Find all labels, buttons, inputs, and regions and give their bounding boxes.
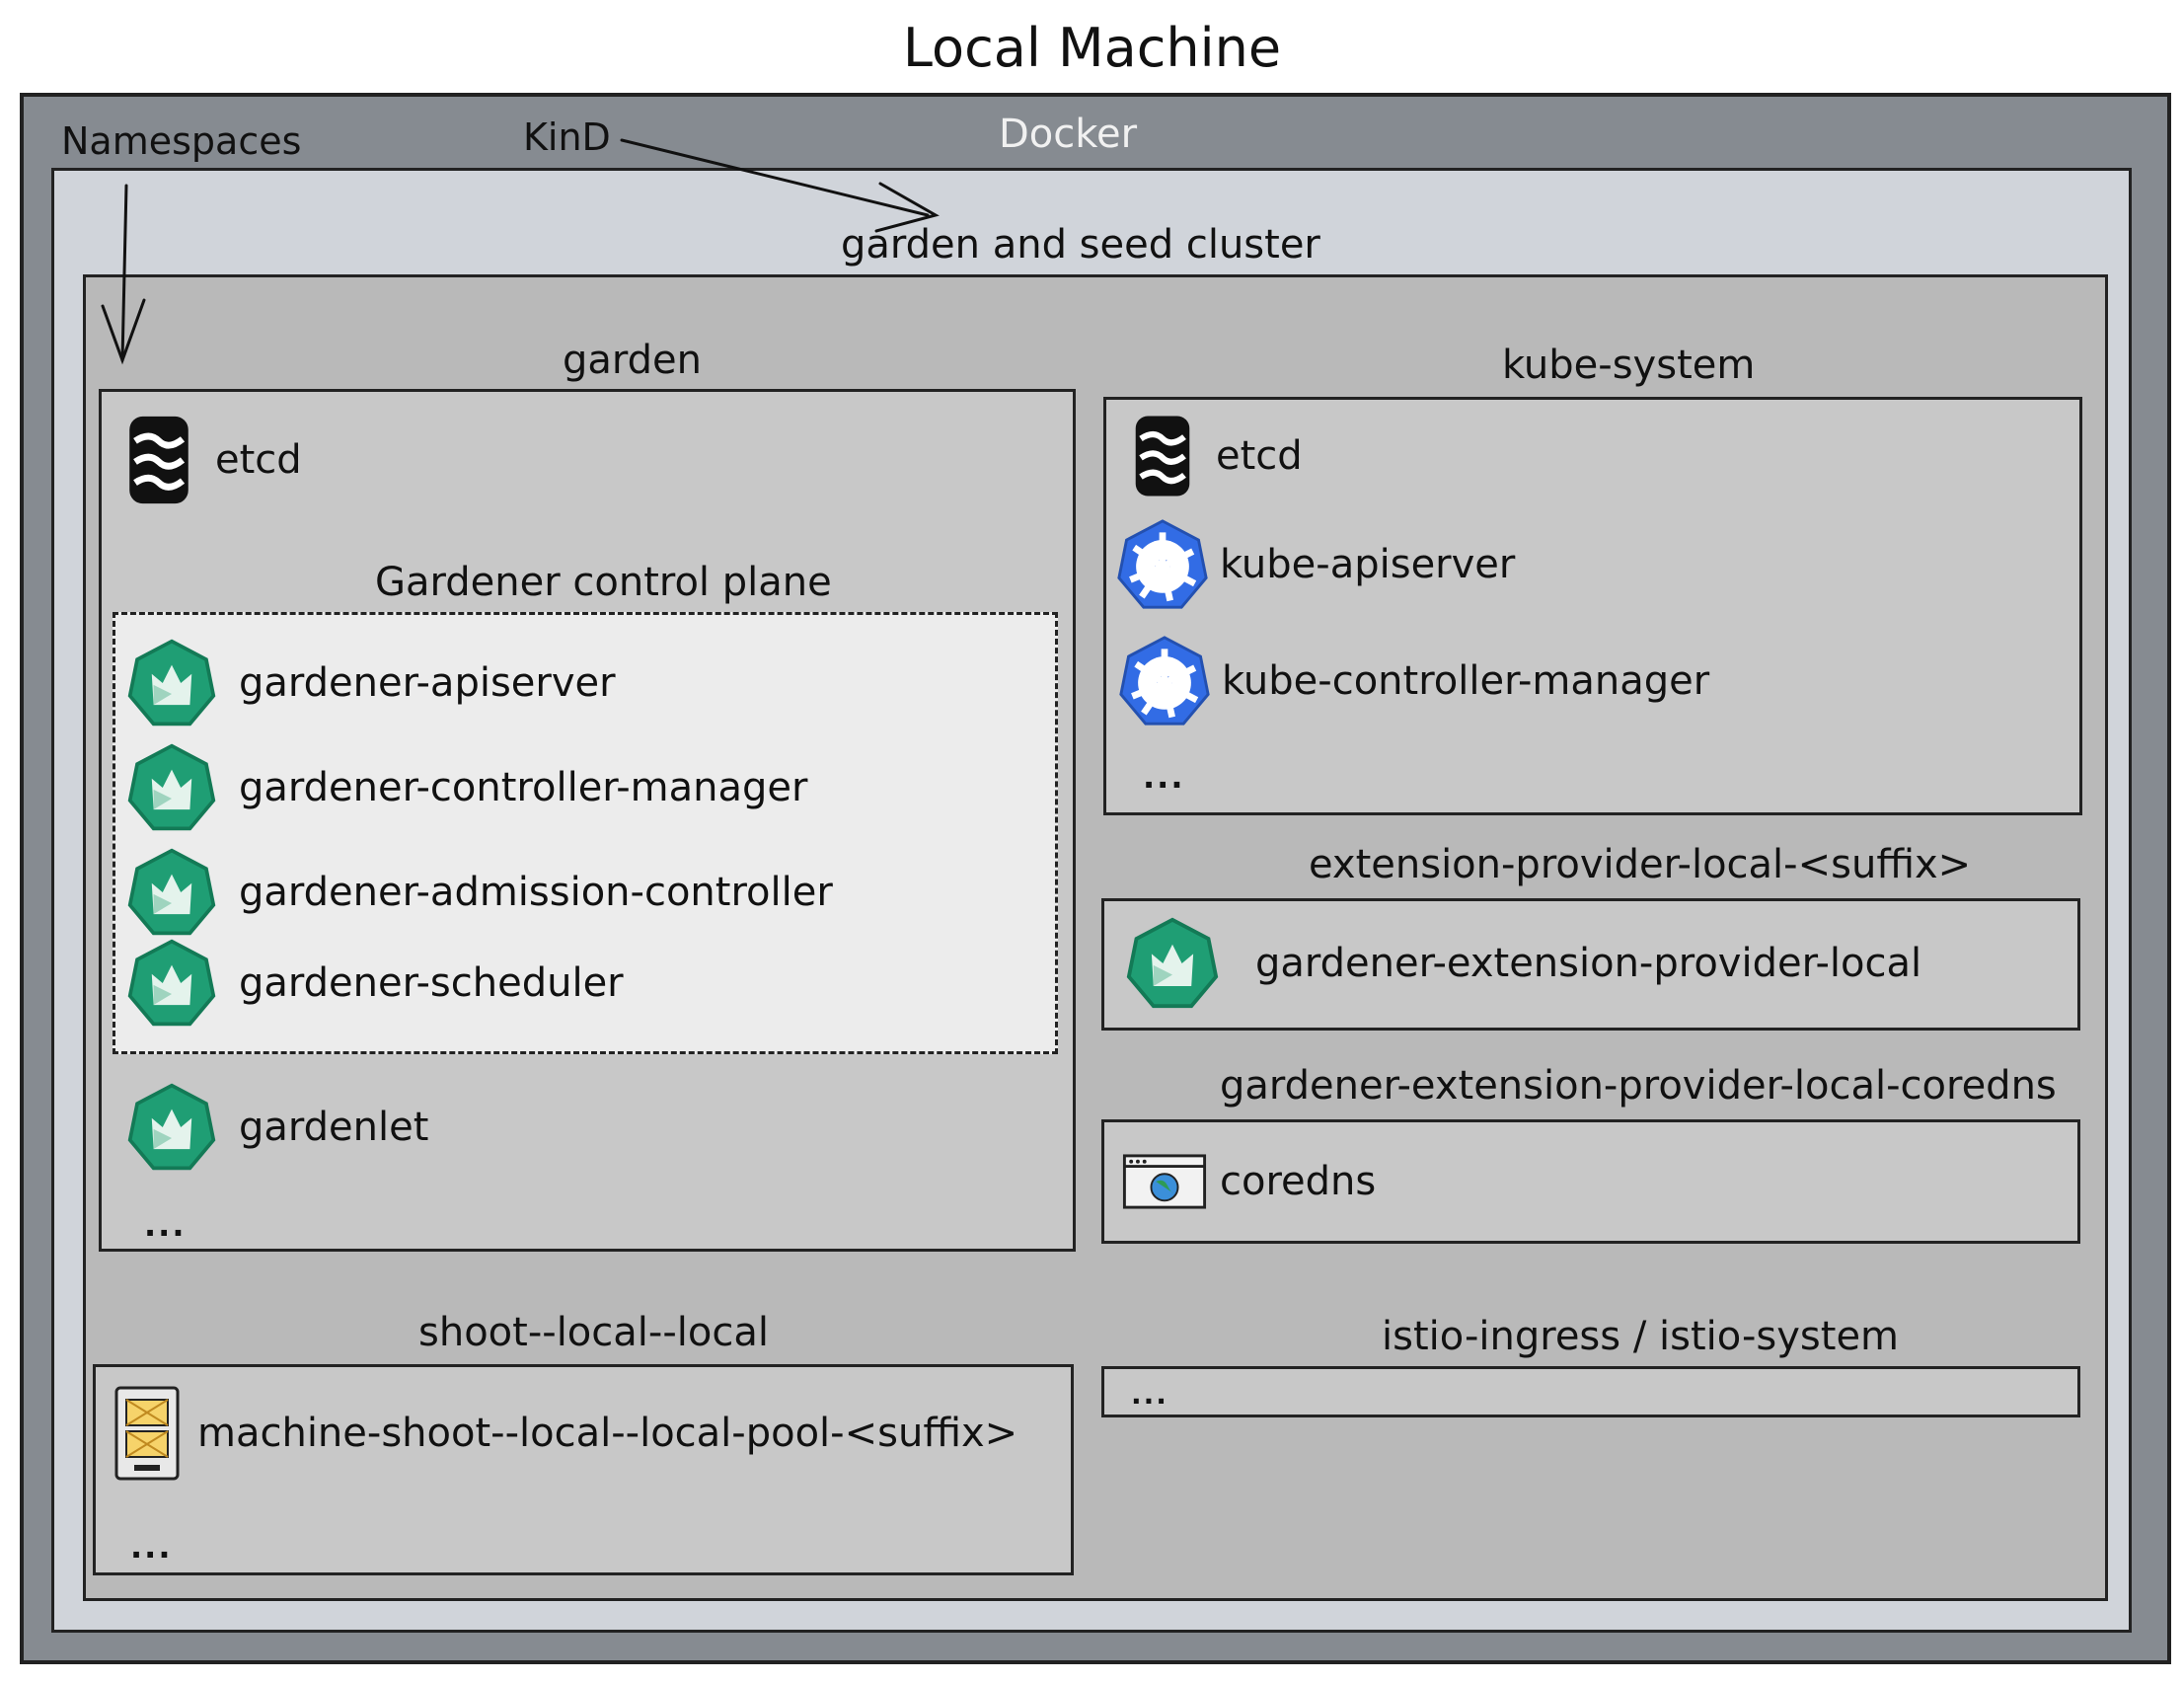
etcd-icon <box>1131 413 1194 499</box>
machine-item: machine-shoot--local--local-pool-<suffix… <box>113 1384 1017 1483</box>
kubernetes-icon <box>1115 517 1210 612</box>
istio-more-indicator: ... <box>1131 1378 1168 1411</box>
gardener-icon <box>126 847 217 938</box>
gardener-icon <box>126 742 217 833</box>
gardenlet-label: gardenlet <box>239 1105 429 1150</box>
coredns-item: coredns <box>1121 1153 1376 1210</box>
coredns-label: coredns <box>1220 1159 1377 1204</box>
istio-namespace-box <box>1101 1366 2080 1417</box>
garden-etcd-label: etcd <box>215 437 302 483</box>
gardener-icon <box>1125 916 1220 1011</box>
gardener-icon <box>126 1082 217 1173</box>
gardener-scheduler-label: gardener-scheduler <box>239 960 624 1006</box>
coredns-icon <box>1121 1153 1208 1210</box>
gardener-controller-manager-label: gardener-controller-manager <box>239 765 808 810</box>
kube-controller-manager-item: kube-controller-manager <box>1117 634 1709 728</box>
gardener-scheduler-item: gardener-scheduler <box>126 938 624 1029</box>
kube-controller-manager-label: kube-controller-manager <box>1222 658 1710 704</box>
machine-icon <box>113 1384 182 1483</box>
shoot-more-indicator: ... <box>130 1528 173 1566</box>
control-plane-label: Gardener control plane <box>375 560 832 605</box>
gardener-controller-manager-item: gardener-controller-manager <box>126 742 807 833</box>
kube-apiserver-item: kube-apiserver <box>1115 517 1515 612</box>
shoot-namespace-label: shoot--local--local <box>418 1310 769 1355</box>
kubernetes-icon <box>1117 634 1212 728</box>
coredns-namespace-label: gardener-extension-provider-local-coredn… <box>1220 1063 2057 1109</box>
gardener-icon <box>126 938 217 1029</box>
gardener-admission-controller-item: gardener-admission-controller <box>126 847 833 938</box>
machine-label: machine-shoot--local--local-pool-<suffix… <box>197 1411 1018 1456</box>
kube-system-label: kube-system <box>1502 343 1756 388</box>
garden-namespace-label: garden <box>563 338 702 383</box>
istio-namespace-label: istio-ingress / istio-system <box>1382 1314 1900 1359</box>
kube-system-etcd-label: etcd <box>1216 433 1303 479</box>
gardenlet-item: gardenlet <box>126 1082 428 1173</box>
garden-more-indicator: ... <box>144 1206 187 1244</box>
garden-etcd-item: etcd <box>124 413 302 507</box>
extension-provider-label: extension-provider-local-<suffix> <box>1309 842 1972 887</box>
gardener-extension-provider-local-label: gardener-extension-provider-local <box>1255 941 1922 986</box>
kube-system-more-indicator: ... <box>1143 758 1185 796</box>
gardener-apiserver-label: gardener-apiserver <box>239 660 616 706</box>
gardener-apiserver-item: gardener-apiserver <box>126 638 616 728</box>
gardener-admission-controller-label: gardener-admission-controller <box>239 870 833 915</box>
kube-system-etcd-item: etcd <box>1131 413 1303 499</box>
gardener-icon <box>126 638 217 728</box>
kube-apiserver-label: kube-apiserver <box>1220 542 1516 587</box>
gardener-extension-provider-local-item: gardener-extension-provider-local <box>1125 916 1921 1011</box>
etcd-icon <box>124 413 193 507</box>
